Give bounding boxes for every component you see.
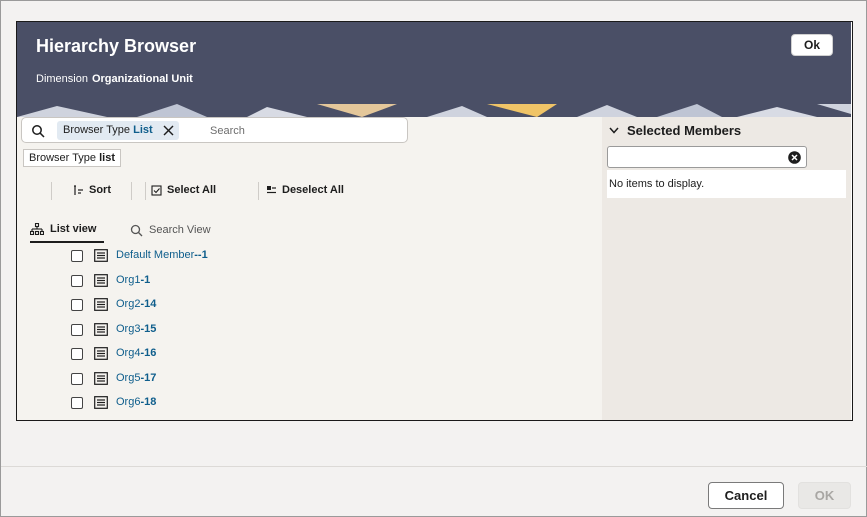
member-link[interactable]: Org6-18: [116, 396, 156, 408]
member-checkbox[interactable]: [71, 397, 83, 409]
member-icon: [94, 347, 108, 360]
member-name: Default Member: [116, 249, 195, 261]
filter-chip-value: list: [99, 152, 116, 164]
member-link[interactable]: Default Member--1: [116, 249, 208, 261]
toolbar-divider: [145, 182, 146, 200]
toolbar-divider: [51, 182, 52, 200]
toolbar-divider: [131, 182, 132, 200]
dimension-value: Organizational Unit: [91, 73, 193, 85]
view-tabs: List view Search View: [17, 217, 602, 243]
member-icon: [94, 396, 108, 409]
member-name: Org2: [116, 298, 141, 310]
member-checkbox[interactable]: [71, 372, 83, 385]
select-all-icon: [151, 184, 162, 196]
selected-members-toggle[interactable]: Selected Members: [609, 123, 741, 138]
deselect-all-button[interactable]: Deselect All: [266, 179, 344, 201]
tab-search-view[interactable]: Search View: [130, 217, 211, 243]
cancel-button[interactable]: Cancel: [708, 482, 784, 509]
deselect-all-label: Deselect All: [282, 184, 344, 196]
member-icon: [94, 273, 108, 287]
member-checkbox[interactable]: [71, 299, 83, 311]
hierarchy-icon: [30, 223, 44, 235]
chip-prefix: Browser Type: [63, 124, 131, 136]
member-name: Org4: [116, 347, 141, 359]
ok-header-button[interactable]: Ok: [791, 34, 833, 56]
remove-filter-icon[interactable]: [163, 125, 174, 136]
member-icon: [94, 298, 108, 311]
empty-state-text: No items to display.: [607, 170, 846, 198]
search-input[interactable]: [210, 122, 390, 139]
member-name: Org6: [116, 396, 141, 408]
member-link[interactable]: Org5-17: [116, 372, 156, 384]
member-link[interactable]: Org3-15: [116, 323, 156, 335]
member-name: Org3: [116, 322, 141, 335]
list-item: Org2-14: [17, 293, 602, 317]
header-decorative-pattern: [17, 104, 851, 117]
hierarchy-browser-dialog: Hierarchy Browser Dimension Organizationa…: [16, 21, 853, 421]
tab-list-view[interactable]: List view: [30, 217, 104, 243]
filter-chip-prefix: Browser Type: [29, 152, 97, 164]
modal-overlay: Hierarchy Browser Dimension Organizationa…: [0, 0, 867, 517]
search-icon: [32, 125, 45, 138]
list-item: Org4-16: [17, 342, 602, 366]
dialog-header: Hierarchy Browser Dimension Organizationa…: [17, 22, 851, 117]
sort-button[interactable]: Sort: [73, 179, 111, 201]
list-item: Org1-1: [17, 269, 602, 293]
footer-divider: [1, 466, 867, 467]
selected-members-panel: Selected Members No items to display.: [602, 117, 851, 420]
member-checkbox[interactable]: [71, 274, 83, 287]
browser-panel: Browser Type List Browser Type list: [17, 117, 602, 420]
list-item: Org6-18: [17, 391, 602, 415]
member-checkbox[interactable]: [71, 348, 83, 360]
member-name: Org1: [116, 273, 141, 286]
dialog-title: Hierarchy Browser: [36, 36, 197, 56]
member-icon: [94, 371, 108, 385]
selected-members-filter-input[interactable]: [607, 146, 807, 168]
dimension-label: Dimension: [36, 73, 88, 85]
member-link[interactable]: Org1-1: [116, 274, 150, 286]
ok-button[interactable]: OK: [798, 482, 851, 509]
member-icon: [94, 249, 108, 262]
member-id: -16: [140, 347, 157, 359]
list-item: Default Member--1: [17, 244, 602, 268]
deselect-all-icon: [267, 185, 276, 193]
member-id: --1: [194, 249, 208, 261]
member-id: -18: [140, 396, 157, 408]
select-all-label: Select All: [167, 184, 217, 196]
list-item: Org5-17: [17, 367, 602, 391]
member-id: -14: [140, 298, 157, 310]
sort-icon: [74, 184, 83, 195]
tab-list-view-label: List view: [50, 223, 97, 235]
member-id: -1: [140, 273, 151, 286]
member-id: -17: [140, 371, 157, 384]
dimension-info: Dimension Organizational Unit: [36, 73, 193, 85]
select-all-button[interactable]: Select All: [151, 179, 216, 201]
member-link[interactable]: Org4-16: [116, 347, 156, 359]
toolbar-divider: [258, 182, 259, 200]
toolbar: Sort Select All Deselect All: [17, 179, 602, 201]
sort-label: Sort: [89, 184, 111, 196]
browser-type-chip[interactable]: Browser Type list: [23, 149, 122, 167]
clear-icon[interactable]: [788, 151, 801, 164]
member-link[interactable]: Org2-14: [116, 298, 156, 310]
browser-type-filter-chip: Browser Type List: [57, 121, 179, 140]
search-bar: Browser Type List: [21, 117, 408, 143]
member-checkbox[interactable]: [71, 250, 83, 262]
search-icon: [130, 224, 143, 236]
member-checkbox[interactable]: [71, 323, 83, 336]
member-name: Org5: [116, 371, 141, 384]
tab-search-view-label: Search View: [149, 224, 211, 236]
list-item: Org3-15: [17, 318, 602, 342]
selected-members-title: Selected Members: [627, 123, 742, 138]
chip-value: List: [133, 124, 153, 136]
member-id: -15: [140, 322, 157, 335]
chevron-down-icon: [609, 127, 619, 134]
member-icon: [94, 322, 108, 336]
